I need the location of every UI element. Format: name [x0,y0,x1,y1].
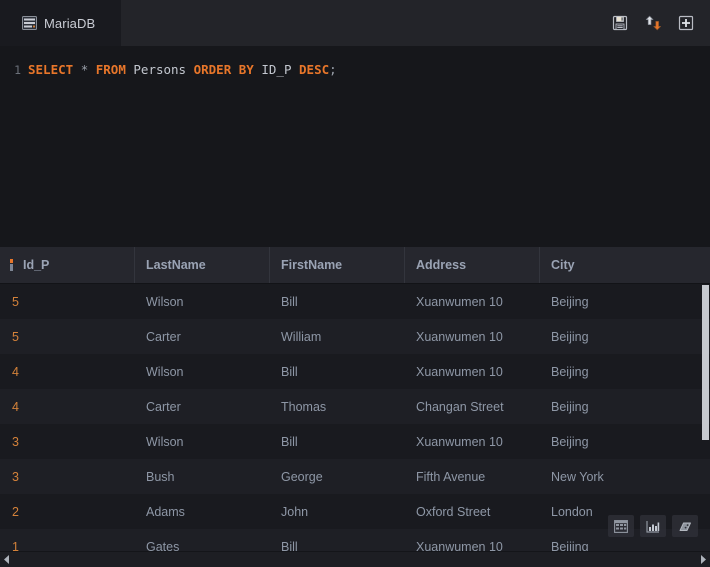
table-row[interactable]: 3 Wilson Bill Xuanwumen 10 Beijing [0,424,710,459]
column-header-label: Address [416,258,467,272]
database-icon [22,16,37,30]
column-header-city[interactable]: City [540,247,710,283]
table-cell[interactable]: Bill [270,365,405,379]
table-row[interactable]: 5 Wilson Bill Xuanwumen 10 Beijing [0,284,710,319]
table-cell[interactable]: 3 [0,435,135,449]
chart-view-button[interactable] [640,515,666,537]
horizontal-scrollbar[interactable] [0,551,710,567]
table-cell[interactable]: Carter [135,400,270,414]
results-panel: Id_P LastName FirstName Address City 5 Wi… [0,247,710,567]
scroll-left-arrow-icon[interactable] [0,552,14,567]
column-header-address[interactable]: Address [405,247,540,283]
sql-token-1 [73,62,81,77]
grid-view-button[interactable] [608,515,634,537]
table-cell[interactable]: Xuanwumen 10 [405,295,540,309]
table-cell[interactable]: John [270,505,405,519]
sql-token-9 [231,62,239,77]
table-row[interactable]: 3 Bush George Fifth Avenue New York [0,459,710,494]
table-cell[interactable]: Bill [270,295,405,309]
sql-token-15: ; [329,62,337,77]
table-cell[interactable]: 5 [0,295,135,309]
table-cell[interactable]: 5 [0,330,135,344]
table-cell[interactable]: 4 [0,400,135,414]
vertical-scrollbar[interactable] [702,285,709,530]
table-cell[interactable]: Wilson [135,295,270,309]
column-header-label: City [551,258,575,272]
table-row[interactable]: 4 Carter Thomas Changan Street Beijing [0,389,710,424]
sql-token-6: Persons [133,62,187,77]
table-cell[interactable]: Wilson [135,365,270,379]
sql-editor[interactable]: 1 SELECT * FROM Persons ORDER BY ID_P DE… [0,46,710,247]
column-header-label: FirstName [281,258,343,272]
sql-token-0: SELECT [28,62,74,77]
sql-token-14: DESC [299,62,330,77]
table-cell[interactable]: Fifth Avenue [405,470,540,484]
table-cell[interactable]: New York [540,470,710,484]
line-number: 1 [14,63,21,77]
grid-header-row: Id_P LastName FirstName Address City [0,247,710,284]
column-header-id-p[interactable]: Id_P [0,247,135,283]
column-header-firstname[interactable]: FirstName [270,247,405,283]
refresh-button[interactable] [644,14,662,32]
column-header-label: LastName [146,258,206,272]
table-cell[interactable]: Bush [135,470,270,484]
table-cell[interactable]: William [270,330,405,344]
tab-bar-spacer [121,0,611,46]
sort-column-icon [7,259,23,271]
view-mode-buttons [608,515,698,537]
table-cell[interactable]: Xuanwumen 10 [405,330,540,344]
sql-query-text[interactable]: SELECT * FROM Persons ORDER BY ID_P DESC… [28,61,337,79]
table-cell[interactable]: Bill [270,435,405,449]
column-header-label: Id_P [23,258,50,272]
table-cell[interactable]: Beijing [540,330,710,344]
tab-mariadb[interactable]: MariaDB [0,0,121,46]
table-row[interactable]: 4 Wilson Bill Xuanwumen 10 Beijing [0,354,710,389]
table-cell[interactable]: Xuanwumen 10 [405,365,540,379]
scroll-right-arrow-icon[interactable] [696,552,710,567]
table-cell[interactable]: Adams [135,505,270,519]
table-cell[interactable]: Wilson [135,435,270,449]
toolbar [611,0,710,46]
sql-token-3 [88,62,96,77]
table-row[interactable]: 5 Carter William Xuanwumen 10 Beijing [0,319,710,354]
table-cell[interactable]: Beijing [540,435,710,449]
sql-token-4: FROM [95,62,126,77]
tab-label: MariaDB [44,15,96,31]
save-button[interactable] [611,14,629,32]
table-row[interactable]: 2 Adams John Oxford Street London [0,494,710,529]
table-cell[interactable]: George [270,470,405,484]
table-cell[interactable]: Beijing [540,365,710,379]
form-view-button[interactable] [672,515,698,537]
sql-token-13 [291,62,299,77]
table-cell[interactable]: Beijing [540,295,710,309]
sql-client-window: MariaDB 1 SELECT * FROM Persons ORDER BY… [0,0,710,567]
sql-token-10: BY [238,62,254,77]
grid-body: 5 Wilson Bill Xuanwumen 10 Beijing 5 Carter Wil… [0,284,710,567]
table-cell[interactable]: Changan Street [405,400,540,414]
table-cell[interactable]: 3 [0,470,135,484]
table-cell[interactable]: Beijing [540,400,710,414]
table-cell[interactable]: 4 [0,365,135,379]
code-line-1[interactable]: 1 SELECT * FROM Persons ORDER BY ID_P DE… [0,61,710,79]
table-cell[interactable]: Carter [135,330,270,344]
sql-token-7 [186,62,194,77]
tab-bar: MariaDB [0,0,710,46]
table-cell[interactable]: 2 [0,505,135,519]
vertical-scrollbar-thumb[interactable] [702,285,709,440]
sql-token-12: ID_P [261,62,292,77]
sql-token-8: ORDER [193,62,232,77]
table-cell[interactable]: Xuanwumen 10 [405,435,540,449]
column-header-lastname[interactable]: LastName [135,247,270,283]
add-button[interactable] [677,14,695,32]
table-cell[interactable]: Oxford Street [405,505,540,519]
table-cell[interactable]: Thomas [270,400,405,414]
